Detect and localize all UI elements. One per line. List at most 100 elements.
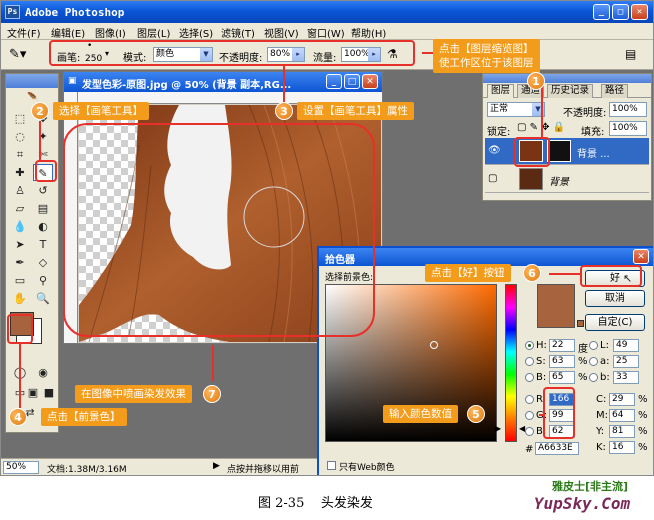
- y-field[interactable]: 81: [609, 425, 635, 438]
- k-field[interactable]: 16: [609, 441, 635, 454]
- doc-minimize-button[interactable]: _: [326, 74, 342, 89]
- notes-tool-icon[interactable]: ▭: [10, 272, 30, 289]
- blur-tool-icon[interactable]: 💧: [10, 218, 30, 235]
- hue-slider-left-arrow-icon: ▶: [495, 424, 502, 433]
- quick-mask-mode-icon[interactable]: ◉: [33, 364, 53, 381]
- ok-button-highlight: [580, 265, 642, 287]
- path-selection-tool-icon[interactable]: ➤: [10, 236, 30, 253]
- l-field[interactable]: 49: [613, 339, 639, 352]
- m-field[interactable]: 64: [609, 409, 635, 422]
- eyedropper-tool-icon[interactable]: ⚲: [33, 272, 53, 289]
- painted-area-highlight: [63, 123, 375, 337]
- tab-history[interactable]: 历史记录: [547, 84, 594, 98]
- minimize-button[interactable]: _: [593, 4, 610, 20]
- brush-preset-icon[interactable]: ✎▾: [9, 47, 26, 62]
- layer-name: 背景 ...: [577, 149, 610, 160]
- maximize-button[interactable]: □: [612, 4, 629, 20]
- c-label: C:: [596, 394, 607, 405]
- layer-mask-thumbnail[interactable]: [547, 140, 571, 162]
- web-only-checkbox[interactable]: [327, 461, 336, 470]
- web-only-label: 只有Web颜色: [339, 463, 395, 473]
- status-menu-arrow-icon[interactable]: ▶: [213, 461, 220, 471]
- menu-help[interactable]: 帮助(H): [351, 25, 386, 40]
- eraser-tool-icon[interactable]: ▱: [10, 200, 30, 217]
- document-title-bar: ▣ 发型色彩-原图.jpg @ 50% (背景 副本,RG... _ □ ✕: [64, 72, 382, 92]
- shape-tool-icon[interactable]: ◇: [33, 254, 53, 271]
- layer-thumbnail[interactable]: [519, 168, 543, 190]
- current-color-swatch[interactable]: [537, 306, 575, 328]
- pen-tool-icon[interactable]: ✒: [10, 254, 30, 271]
- tab-layers[interactable]: 图层: [487, 84, 515, 98]
- hash-label: #: [525, 444, 534, 455]
- screen-mode-full-menu-icon[interactable]: ▣: [26, 384, 40, 401]
- tab-paths[interactable]: 路径: [601, 84, 629, 98]
- c-field[interactable]: 29: [609, 393, 635, 406]
- h-field[interactable]: 22: [549, 339, 575, 352]
- magic-wand-tool-icon[interactable]: ✦: [33, 128, 53, 145]
- hand-tool-icon[interactable]: ✋: [10, 290, 30, 307]
- callout7-arrow: [212, 345, 214, 381]
- radio-h[interactable]: [525, 341, 534, 350]
- menu-layer[interactable]: 图层(L): [137, 25, 170, 40]
- b-label: B:: [536, 372, 547, 383]
- callout-2: 选择【画笔工具】: [53, 102, 149, 120]
- marquee-tool-icon[interactable]: ⬚: [10, 110, 30, 127]
- callout1-arrow: [541, 81, 543, 137]
- hue-slider[interactable]: [505, 284, 517, 442]
- menu-select[interactable]: 选择(S): [179, 25, 213, 40]
- radio-s[interactable]: [525, 357, 534, 366]
- fill-field[interactable]: 100%: [609, 121, 647, 136]
- doc-close-button[interactable]: ✕: [362, 74, 378, 89]
- history-brush-tool-icon[interactable]: ↺: [33, 182, 53, 199]
- radio-a[interactable]: [589, 357, 598, 366]
- menu-edit[interactable]: 编辑(E): [51, 25, 85, 40]
- lab-b-field[interactable]: 33: [613, 371, 639, 384]
- custom-button[interactable]: 自定(C): [585, 314, 645, 331]
- radio-l[interactable]: [589, 341, 598, 350]
- gradient-tool-icon[interactable]: ▤: [33, 200, 53, 217]
- b-field[interactable]: 65: [549, 371, 575, 384]
- radio-rgb-b[interactable]: [525, 427, 534, 436]
- doc-maximize-button[interactable]: □: [344, 74, 360, 89]
- screen-mode-full-icon[interactable]: ■: [42, 384, 56, 401]
- palette-well-icon[interactable]: ▤: [625, 47, 636, 61]
- lasso-tool-icon[interactable]: ◌: [10, 128, 30, 145]
- hex-field[interactable]: A6633E: [535, 442, 579, 455]
- type-tool-icon[interactable]: T: [33, 236, 53, 253]
- m-unit: %: [638, 410, 648, 421]
- callout-1-line2: 使工作区位于该图层: [439, 57, 534, 69]
- layer-row-background[interactable]: ▢ 背景: [485, 166, 649, 193]
- color-field-cursor-icon: [430, 341, 438, 349]
- menu-image[interactable]: 图像(I): [95, 25, 126, 40]
- m-label: M:: [596, 410, 608, 421]
- brush-tool-highlight: [35, 160, 57, 182]
- eye-icon[interactable]: ▢: [488, 173, 497, 184]
- s-field[interactable]: 63: [549, 355, 575, 368]
- callout-7: 在图像中喷画染发效果: [75, 385, 192, 403]
- layer-opacity-field[interactable]: 100%: [609, 102, 647, 117]
- clone-stamp-tool-icon[interactable]: ♙: [10, 182, 30, 199]
- menu-filter[interactable]: 滤镜(T): [221, 25, 255, 40]
- zoom-tool-icon[interactable]: 🔍: [33, 290, 53, 307]
- menu-file[interactable]: 文件(F): [7, 25, 41, 40]
- menu-window[interactable]: 窗口(W): [307, 25, 345, 40]
- radio-r[interactable]: [525, 395, 534, 404]
- blend-mode-select[interactable]: 正常 ▼: [487, 102, 545, 117]
- a-field[interactable]: 25: [613, 355, 639, 368]
- h-unit: 度: [578, 344, 588, 355]
- eye-icon[interactable]: 👁: [488, 145, 501, 156]
- layer-row-background-copy[interactable]: 👁 背景 ...: [485, 138, 649, 165]
- radio-g[interactable]: [525, 411, 534, 420]
- crop-tool-icon[interactable]: ⌗: [10, 146, 30, 163]
- cancel-button[interactable]: 取消: [585, 290, 645, 307]
- zoom-field[interactable]: 50%: [3, 461, 39, 474]
- gamut-warning-icon[interactable]: [577, 320, 584, 327]
- dodge-tool-icon[interactable]: ◐: [33, 218, 53, 235]
- close-button[interactable]: ✕: [631, 4, 648, 20]
- healing-brush-tool-icon[interactable]: ✚: [10, 164, 30, 181]
- title-bar: Ps Adobe Photoshop _ □ ✕: [1, 1, 653, 23]
- radio-b[interactable]: [525, 373, 534, 382]
- menu-view[interactable]: 视图(V): [264, 25, 299, 40]
- radio-lab-b[interactable]: [589, 373, 598, 382]
- dialog-close-button[interactable]: ✕: [633, 249, 649, 264]
